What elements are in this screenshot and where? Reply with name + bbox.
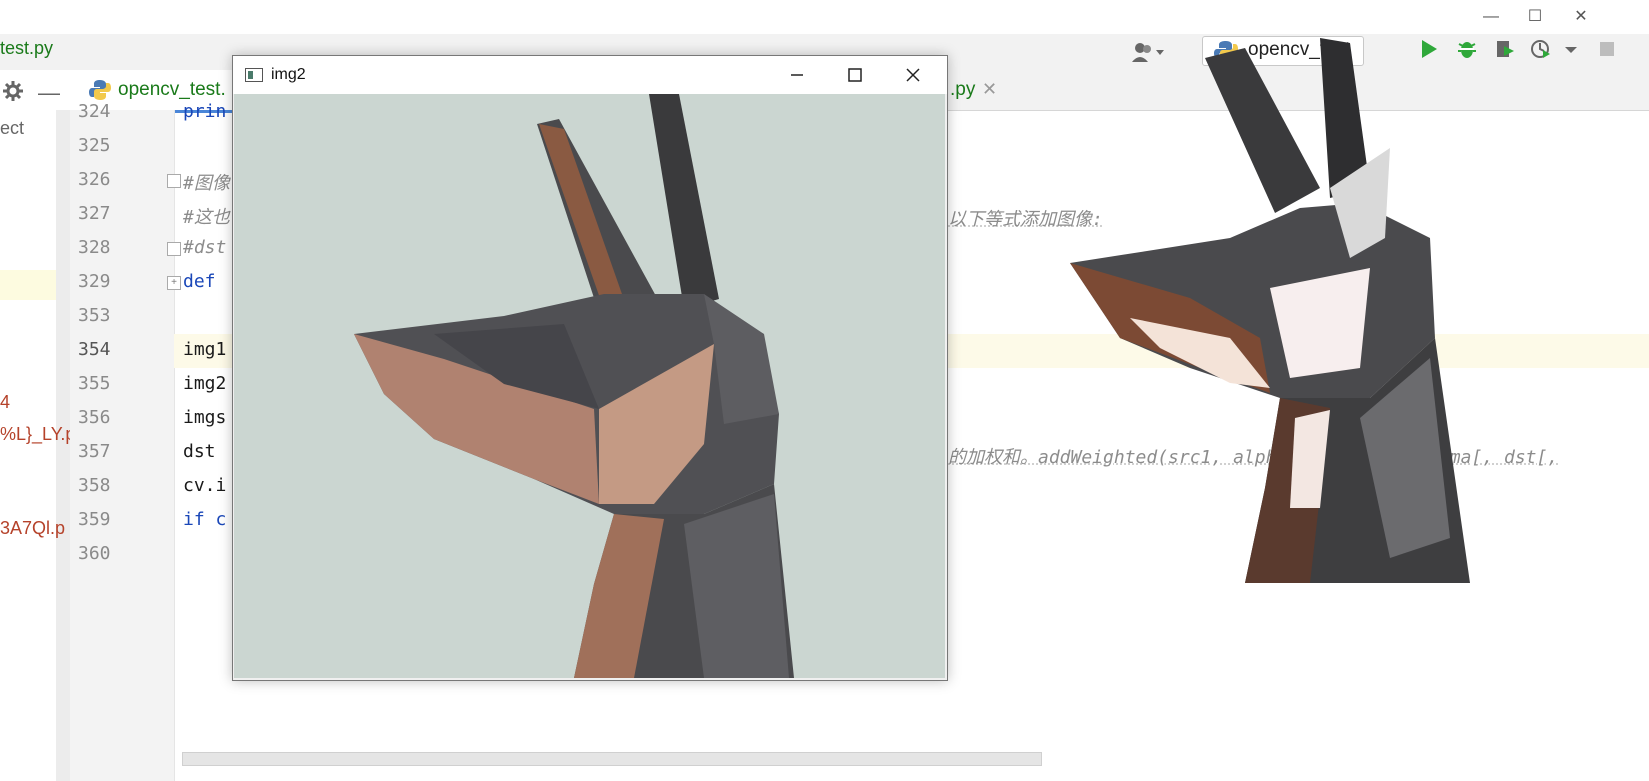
image-canvas [234,94,945,678]
panel-splitter[interactable] [56,110,70,781]
code-line[interactable]: img1 [183,339,226,360]
line-number: 328 [78,237,111,258]
maximize-icon[interactable]: ☐ [1524,6,1546,28]
line-number: 325 [78,135,111,156]
tab-close-icon[interactable]: ✕ [982,79,997,100]
code-line[interactable]: def [183,271,226,292]
tab-opencv-test-label: opencv_test. [118,79,226,100]
line-number: 357 [78,441,111,462]
code-line[interactable]: #图像 [183,169,230,195]
line-number: 359 [78,509,111,530]
line-number: 354 [78,339,111,360]
project-file-item[interactable]: %L}_LY.p [0,424,75,445]
project-header-label: ect [0,118,25,138]
python-file-icon [89,80,111,100]
project-file-item[interactable]: 4 [0,392,10,413]
line-number: 329 [78,271,111,292]
project-panel [0,110,56,781]
result-image [1070,38,1470,583]
code-line[interactable]: dst [183,441,226,462]
project-file-item[interactable]: 3A7Ql.p [0,518,65,539]
minimize-icon[interactable]: — [1480,6,1502,28]
stop-icon[interactable] [1596,38,1618,60]
window-title-bar: — ☐ ✕ [0,0,1649,35]
window-icon [245,68,263,82]
code-line[interactable]: prin [183,101,226,122]
line-number: 355 [78,373,111,394]
code-line[interactable]: img2 [183,373,226,394]
image-window-title-bar[interactable]: img2 [233,56,947,94]
horizontal-scrollbar[interactable] [182,752,1042,766]
minimize-icon[interactable] [785,64,809,86]
code-line[interactable]: cv.i [183,475,226,496]
line-number: 327 [78,203,111,224]
fold-expand-icon[interactable]: + [167,276,181,290]
gear-icon[interactable] [2,80,24,102]
tab-second-label[interactable]: .py [950,79,975,101]
line-number: 360 [78,543,111,564]
close-icon[interactable]: ✕ [1570,6,1592,28]
code-line[interactable]: if c [183,509,226,530]
code-line[interactable]: #这也 [183,203,230,229]
fold-marker-icon[interactable] [167,174,181,188]
close-icon[interactable] [901,64,925,86]
code-line[interactable]: imgs [183,407,226,428]
line-number: 358 [78,475,111,496]
image-window-title: img2 [271,66,306,83]
line-number: 356 [78,407,111,428]
collapse-panel-icon[interactable]: — [38,80,60,106]
line-number: 324 [78,101,111,122]
fold-marker-icon[interactable] [167,242,181,256]
line-number: 353 [78,305,111,326]
line-number: 326 [78,169,111,190]
breadcrumb[interactable]: test.py [0,38,53,59]
code-line[interactable]: #dst [183,237,226,258]
maximize-icon[interactable] [843,64,867,86]
image-window[interactable]: img2 [232,55,948,681]
